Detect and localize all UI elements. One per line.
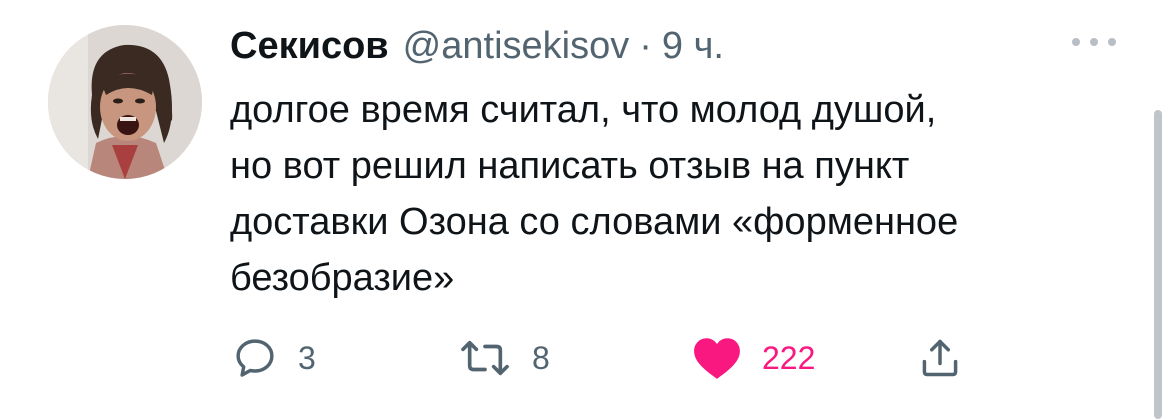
more-dot [1072, 38, 1080, 46]
more-dot [1108, 38, 1116, 46]
heart-icon [694, 338, 740, 379]
tweet-text: долгое время считал, что молод душой, но… [230, 82, 1130, 306]
tweet-header: Секисов @antisekisov · 9 ч. [230, 22, 724, 70]
more-dots-icon[interactable] [1072, 30, 1116, 54]
author-name[interactable]: Секисов [230, 25, 389, 68]
retweet-button[interactable]: 8 [458, 332, 550, 384]
retweet-count: 8 [532, 339, 550, 376]
tweet-timestamp[interactable]: 9 ч. [662, 25, 724, 68]
tweet-text-line: безобразие» [230, 257, 455, 299]
reply-icon [236, 339, 274, 377]
tweet-text-line: доставки Озона со словами «форменное [230, 201, 959, 243]
share-button[interactable] [918, 332, 962, 384]
tweet-text-line: но вот решил написать отзыв на пункт [230, 145, 910, 187]
tweet-text-line: долгое время считал, что молод душой, [230, 89, 937, 131]
like-button[interactable]: 222 [692, 332, 815, 384]
retweet-icon [461, 340, 509, 376]
reply-button[interactable]: 3 [232, 332, 316, 384]
more-dot [1090, 38, 1098, 46]
avatar[interactable] [48, 25, 202, 179]
share-icon [922, 339, 958, 377]
avatar-image [48, 25, 202, 179]
dot-separator: · [639, 24, 652, 67]
reply-count: 3 [298, 339, 316, 376]
author-handle[interactable]: @antisekisov [403, 25, 630, 68]
scrollbar[interactable] [1154, 110, 1162, 419]
like-count: 222 [762, 339, 816, 376]
